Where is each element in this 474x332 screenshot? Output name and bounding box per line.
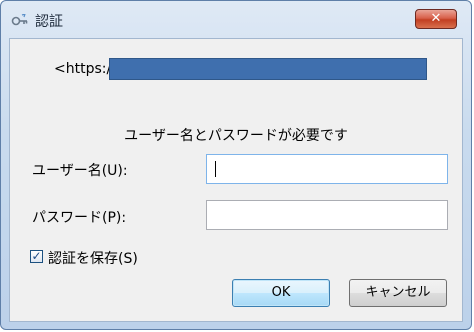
save-credentials-label[interactable]: 認証を保存(S): [48, 248, 138, 268]
save-credentials-checkbox[interactable]: ✓: [30, 250, 43, 263]
username-label: ユーザー名(U):: [32, 163, 128, 179]
ok-button[interactable]: OK: [232, 279, 330, 307]
auth-prompt: ユーザー名とパスワードが必要です: [124, 128, 348, 144]
url-text: <https:/: [54, 61, 112, 77]
close-button[interactable]: ✕: [415, 9, 457, 29]
password-field[interactable]: [206, 200, 448, 230]
dialog-body: <https:/ ユーザー名とパスワードが必要です ユーザー名(U): パスワー…: [9, 38, 463, 322]
username-field[interactable]: [206, 154, 448, 184]
cancel-button[interactable]: キャンセル: [349, 279, 447, 307]
close-icon: ✕: [430, 11, 442, 26]
checkmark-icon: ✓: [31, 249, 42, 263]
title-bar[interactable]: 認証 ✕: [1, 1, 471, 37]
redacted-url-block: [109, 58, 427, 80]
key-icon: [11, 13, 29, 27]
password-label: パスワード(P):: [32, 210, 127, 226]
window-title: 認証: [35, 14, 63, 30]
text-caret: [215, 161, 216, 177]
auth-dialog-window: 認証 ✕ <https:/ ユーザー名とパスワードが必要です ユーザー名(U):…: [0, 0, 472, 330]
